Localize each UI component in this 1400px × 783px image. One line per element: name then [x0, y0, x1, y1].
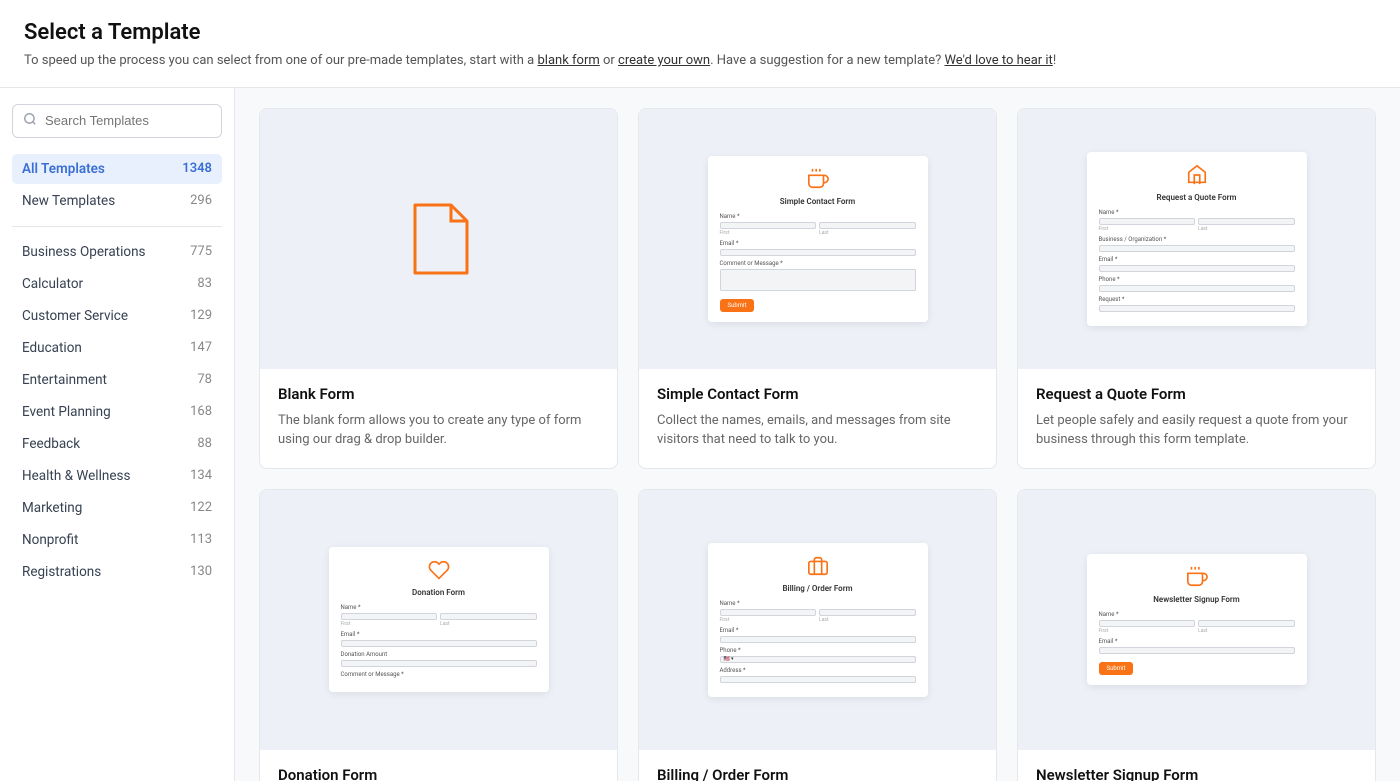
card-preview-request-quote: Request a Quote Form Name * First Last B… [1018, 109, 1375, 369]
category-count: 78 [197, 372, 212, 387]
card-desc-simple-contact: Collect the names, emails, and messages … [657, 411, 978, 450]
sidebar-item-marketing[interactable]: Marketing 122 [12, 493, 222, 523]
main-content: Blank Form The blank form allows you to … [235, 88, 1400, 781]
sidebar-item-customer-service[interactable]: Customer Service 129 [12, 301, 222, 331]
card-title-blank: Blank Form [278, 385, 599, 403]
search-icon [23, 112, 37, 130]
category-count: 147 [190, 340, 212, 355]
nav-all-templates[interactable]: All Templates 1348 [12, 154, 222, 184]
blank-form-link[interactable]: blank form [537, 53, 599, 68]
category-count: 134 [190, 468, 212, 483]
or-text: or [600, 53, 618, 68]
category-count: 88 [197, 436, 212, 451]
card-body-donation: Donation Form Accept online donations ea… [260, 750, 617, 781]
template-card-request-quote[interactable]: Request a Quote Form Name * First Last B… [1017, 108, 1376, 469]
template-card-blank[interactable]: Blank Form The blank form allows you to … [259, 108, 618, 469]
template-card-donation[interactable]: Donation Form Name * First Last Email *D… [259, 489, 618, 781]
card-title-donation: Donation Form [278, 766, 599, 781]
sidebar-item-registrations[interactable]: Registrations 130 [12, 557, 222, 587]
category-count: 83 [197, 276, 212, 291]
sidebar-item-education[interactable]: Education 147 [12, 333, 222, 363]
card-title-simple-contact: Simple Contact Form [657, 385, 978, 403]
card-body-billing-order: Billing / Order Form Collect billing and… [639, 750, 996, 781]
card-body-blank: Blank Form The blank form allows you to … [260, 369, 617, 468]
category-label: Registrations [22, 564, 101, 580]
sidebar-divider [12, 226, 222, 227]
category-count: 168 [190, 404, 212, 419]
card-preview-blank [260, 109, 617, 369]
card-preview-donation: Donation Form Name * First Last Email *D… [260, 490, 617, 750]
category-label: Nonprofit [22, 532, 78, 548]
category-label: Calculator [22, 276, 83, 292]
sidebar-item-feedback[interactable]: Feedback 88 [12, 429, 222, 459]
sidebar-item-event-planning[interactable]: Event Planning 168 [12, 397, 222, 427]
category-label: Business Operations [22, 244, 146, 260]
card-title-request-quote: Request a Quote Form [1036, 385, 1357, 403]
exclamation: ! [1053, 53, 1056, 68]
page-wrapper: Select a Template To speed up the proces… [0, 0, 1400, 783]
main-layout: All Templates 1348 New Templates 296 Bus… [0, 88, 1400, 781]
sidebar: All Templates 1348 New Templates 296 Bus… [0, 88, 235, 781]
card-preview-newsletter-signup: Newsletter Signup Form Name * First Last… [1018, 490, 1375, 750]
create-own-link[interactable]: create your own [618, 53, 710, 68]
sidebar-item-business-operations[interactable]: Business Operations 775 [12, 237, 222, 267]
nav-all-templates-label: All Templates [22, 161, 105, 177]
page-description: To speed up the process you can select f… [24, 51, 1376, 71]
nav-new-templates-label: New Templates [22, 193, 115, 209]
sidebar-item-calculator[interactable]: Calculator 83 [12, 269, 222, 299]
suggestion-text: . Have a suggestion for a new template? [710, 53, 944, 68]
card-title-billing-order: Billing / Order Form [657, 766, 978, 781]
category-count: 122 [190, 500, 212, 515]
category-count: 113 [190, 532, 212, 547]
search-input[interactable] [45, 113, 211, 128]
category-count: 129 [190, 308, 212, 323]
card-title-newsletter-signup: Newsletter Signup Form [1036, 766, 1357, 781]
card-desc-request-quote: Let people safely and easily request a q… [1036, 411, 1357, 450]
nav-new-templates[interactable]: New Templates 296 [12, 186, 222, 216]
card-preview-simple-contact: Simple Contact Form Name * First Last Em… [639, 109, 996, 369]
category-label: Entertainment [22, 372, 107, 388]
card-preview-billing-order: Billing / Order Form Name * First Last E… [639, 490, 996, 750]
template-card-billing-order[interactable]: Billing / Order Form Name * First Last E… [638, 489, 997, 781]
templates-grid: Blank Form The blank form allows you to … [259, 108, 1376, 781]
template-card-newsletter-signup[interactable]: Newsletter Signup Form Name * First Last… [1017, 489, 1376, 781]
card-desc-blank: The blank form allows you to create any … [278, 411, 599, 450]
category-count: 130 [190, 564, 212, 579]
page-header: Select a Template To speed up the proces… [0, 0, 1400, 88]
category-label: Event Planning [22, 404, 111, 420]
hear-link[interactable]: We'd love to hear it [944, 53, 1052, 68]
description-text: To speed up the process you can select f… [24, 53, 537, 68]
category-label: Marketing [22, 500, 82, 516]
nav-new-templates-count: 296 [190, 193, 212, 208]
page-title: Select a Template [24, 20, 1376, 45]
categories-list: Business Operations 775 Calculator 83 Custom… [12, 237, 222, 587]
card-body-request-quote: Request a Quote Form Let people safely a… [1018, 369, 1375, 468]
card-body-newsletter-signup: Newsletter Signup Form Grow your mailing… [1018, 750, 1375, 781]
sidebar-item-nonprofit[interactable]: Nonprofit 113 [12, 525, 222, 555]
card-body-simple-contact: Simple Contact Form Collect the names, e… [639, 369, 996, 468]
category-count: 775 [190, 244, 212, 259]
category-label: Customer Service [22, 308, 128, 324]
sidebar-item-entertainment[interactable]: Entertainment 78 [12, 365, 222, 395]
category-label: Feedback [22, 436, 80, 452]
category-label: Education [22, 340, 82, 356]
category-label: Health & Wellness [22, 468, 130, 484]
search-box[interactable] [12, 104, 222, 138]
template-card-simple-contact[interactable]: Simple Contact Form Name * First Last Em… [638, 108, 997, 469]
nav-all-templates-count: 1348 [182, 161, 212, 176]
sidebar-item-health--wellness[interactable]: Health & Wellness 134 [12, 461, 222, 491]
